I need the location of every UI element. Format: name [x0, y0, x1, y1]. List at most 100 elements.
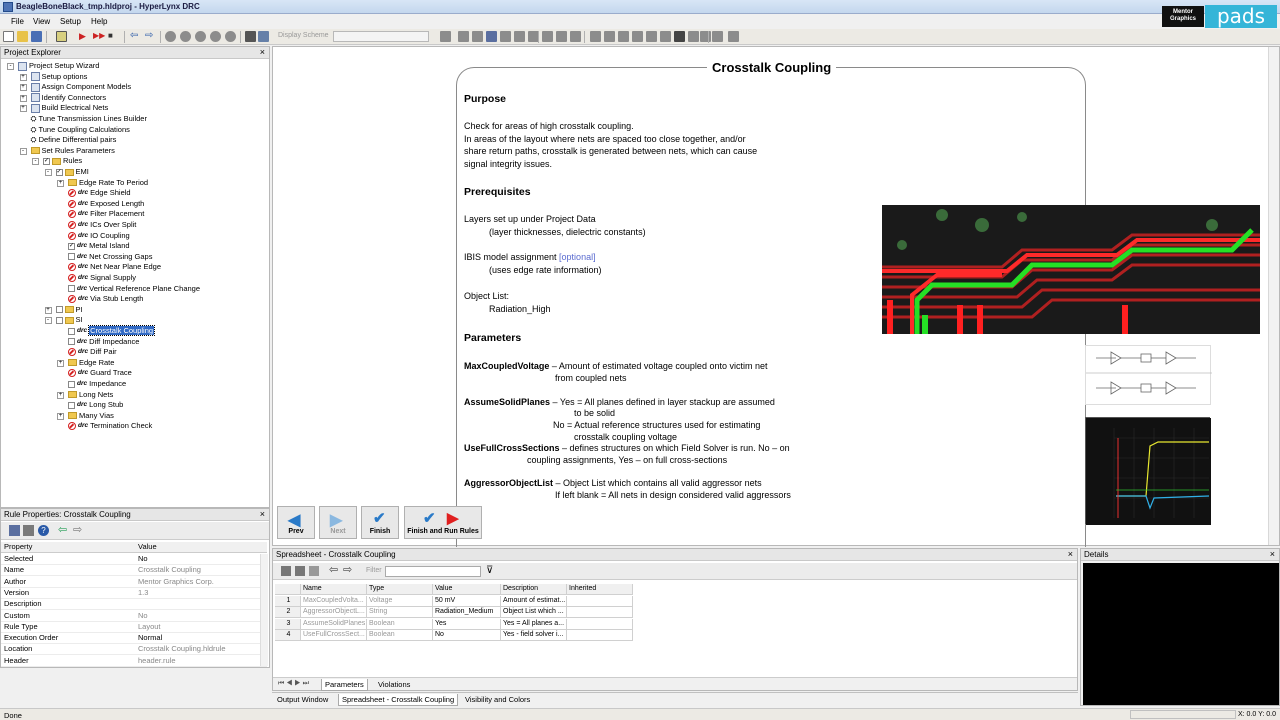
layers-icon[interactable]	[258, 31, 269, 42]
grid-column-header[interactable]: Description	[501, 584, 567, 595]
table-cell[interactable]: AggressorObjectL...	[301, 607, 367, 618]
table-cell[interactable]: 50 mV	[433, 595, 501, 607]
expand-icon[interactable]: +	[57, 412, 64, 420]
first-icon[interactable]	[590, 31, 601, 42]
menu-file[interactable]: File	[11, 17, 24, 26]
next-button[interactable]: ▶ Next	[319, 506, 357, 539]
back-icon[interactable]: ⇦	[329, 563, 338, 576]
grid-column-header[interactable]: Value	[433, 584, 501, 595]
close-icon[interactable]: ×	[260, 509, 265, 519]
next-icon[interactable]	[618, 31, 629, 42]
table-cell[interactable]: Yes - field solver i...	[501, 630, 567, 641]
tab-parameters[interactable]: Parameters	[321, 679, 368, 691]
step-icon[interactable]: ▶▶	[93, 31, 105, 42]
table-cell[interactable]: MaxCoupledVolta...	[301, 595, 367, 607]
grid-column-header[interactable]: Name	[301, 584, 367, 595]
view3-icon[interactable]	[486, 31, 497, 42]
new-icon[interactable]	[3, 31, 14, 42]
table-cell-inherited[interactable]	[567, 630, 633, 641]
table-cell[interactable]: 4	[275, 630, 301, 641]
forward-icon[interactable]: ⇨	[73, 523, 82, 536]
table-cell[interactable]: 2	[275, 607, 301, 618]
zoom-fit-icon[interactable]	[195, 31, 206, 42]
checkbox[interactable]	[68, 327, 75, 335]
table-cell[interactable]: Amount of estimat...	[501, 595, 567, 607]
table-cell[interactable]: No	[433, 630, 501, 641]
sort-icon[interactable]	[23, 525, 34, 536]
tab-violations[interactable]: Violations	[375, 679, 413, 690]
checkbox[interactable]: ✓	[43, 157, 50, 165]
menu-help[interactable]: Help	[91, 17, 107, 26]
collapse-icon[interactable]: -	[32, 158, 39, 166]
tab-nav-icon[interactable]: ⏮ ◀ ▶ ⏭	[278, 680, 309, 688]
checkbox[interactable]	[55, 306, 63, 314]
view2-icon[interactable]	[472, 31, 483, 42]
checkbox[interactable]	[68, 253, 75, 261]
collapse-icon[interactable]: -	[44, 317, 52, 325]
property-row[interactable]: Execution Order Normal	[1, 633, 267, 645]
measure-icon[interactable]	[632, 31, 643, 42]
expand-icon[interactable]: +	[44, 306, 52, 314]
paste-icon[interactable]	[309, 566, 319, 576]
view4-icon[interactable]	[500, 31, 511, 42]
property-row[interactable]: Header header.rule	[1, 656, 267, 667]
table-cell[interactable]: Voltage	[367, 595, 433, 607]
export-icon[interactable]	[281, 566, 291, 576]
checkbox[interactable]	[55, 316, 63, 324]
document-scrollbar[interactable]	[1268, 47, 1279, 545]
collapse-icon[interactable]: -	[44, 169, 52, 176]
wave-icon[interactable]	[646, 31, 657, 42]
expand-icon[interactable]: +	[19, 84, 27, 92]
tool1-icon[interactable]	[542, 31, 553, 42]
select-icon[interactable]	[56, 31, 67, 42]
filter3-icon[interactable]	[688, 31, 699, 42]
table-cell-inherited[interactable]	[567, 595, 633, 607]
filter-icon[interactable]: ⊽	[486, 565, 493, 576]
forward-icon[interactable]: ⇨	[145, 31, 156, 42]
property-row[interactable]: Selected No	[1, 554, 267, 565]
property-row[interactable]: Author Mentor Graphics Corp.	[1, 577, 267, 588]
table-cell[interactable]: Boolean	[367, 630, 433, 641]
grid-column-header[interactable]: Inherited	[567, 584, 633, 595]
checkbox[interactable]	[68, 401, 75, 409]
opt2-icon[interactable]	[728, 31, 739, 42]
filter-combo[interactable]	[385, 566, 481, 577]
prev-icon[interactable]	[604, 31, 615, 42]
checkbox[interactable]: ✓	[68, 242, 75, 250]
property-row[interactable]: Version 1.3	[1, 588, 267, 599]
table-cell[interactable]: UseFullCrossSect...	[301, 630, 367, 641]
menu-setup[interactable]: Setup	[60, 17, 81, 26]
close-icon[interactable]: ×	[260, 47, 265, 57]
display-scheme-select[interactable]	[333, 31, 429, 42]
table-cell[interactable]: String	[367, 607, 433, 618]
stop-icon[interactable]: ■	[108, 31, 119, 42]
property-row[interactable]: Rule Type Layout	[1, 622, 267, 633]
help-icon[interactable]: ?	[38, 525, 49, 536]
optional-link[interactable]: [optional]	[559, 252, 596, 262]
close-icon[interactable]: ×	[1270, 549, 1275, 559]
filter4-icon[interactable]	[700, 31, 711, 42]
tab-spreadsheet[interactable]: Spreadsheet - Crosstalk Coupling	[338, 694, 459, 706]
checkbox[interactable]	[68, 338, 75, 346]
open-icon[interactable]	[17, 31, 28, 42]
view1-icon[interactable]	[458, 31, 469, 42]
zoom-area-icon[interactable]	[210, 31, 221, 42]
finish-run-button[interactable]: ✔ ▶ Finish and Run Rules	[404, 506, 482, 539]
checkbox[interactable]: ✓	[55, 168, 63, 176]
table-cell[interactable]: Object List which ...	[501, 607, 567, 618]
checkbox[interactable]	[68, 380, 75, 388]
filter1-icon[interactable]	[660, 31, 671, 42]
property-row[interactable]: Custom No	[1, 611, 267, 622]
prev-button[interactable]: ◀ Prev	[277, 506, 315, 539]
props-scrollbar[interactable]	[260, 554, 268, 666]
table-cell[interactable]: Yes	[433, 618, 501, 630]
opt1-icon[interactable]	[712, 31, 723, 42]
close-icon[interactable]: ×	[1068, 549, 1073, 559]
table-cell-inherited[interactable]	[567, 618, 633, 630]
table-cell[interactable]: 1	[275, 595, 301, 607]
expand-icon[interactable]: +	[19, 73, 27, 81]
back-icon[interactable]: ⇦	[130, 31, 141, 42]
table-cell-inherited[interactable]	[567, 607, 633, 618]
zoom-in-icon[interactable]	[165, 31, 176, 42]
checkbox[interactable]	[68, 285, 75, 293]
